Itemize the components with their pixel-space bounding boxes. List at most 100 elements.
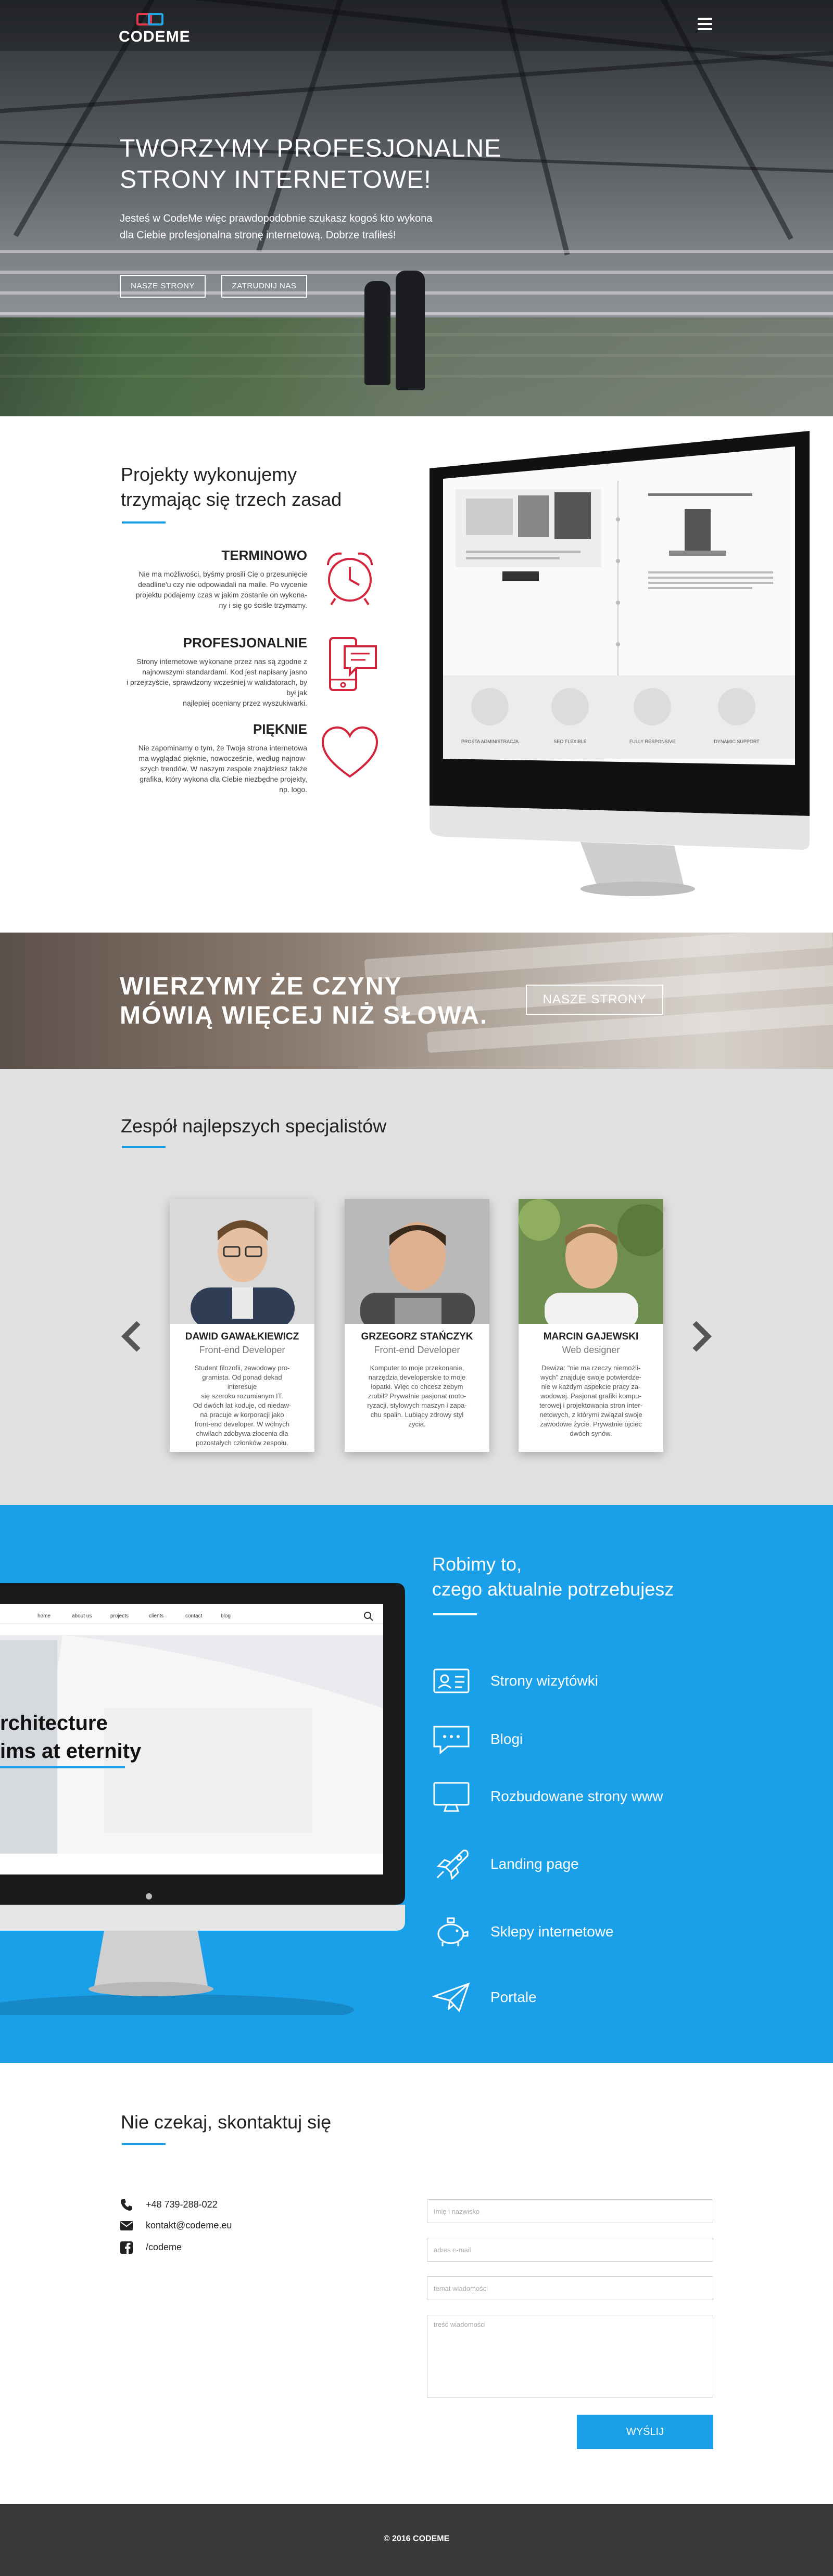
team-member-name: DAWID GAWAŁKIEWICZ [185, 1331, 299, 1342]
imac-headline-line2: ims at eternity [0, 1740, 142, 1763]
monitor-icon [433, 1782, 470, 1812]
paper-plane-icon [432, 1982, 470, 2012]
desktop-monitor-mockup: PROSTA ADMINISTRACJA SEO FLEXIBLE FULLY … [430, 431, 810, 896]
service-business-card-sites[interactable]: Strony wizytówki [432, 1665, 744, 1697]
contact-facebook[interactable]: /codeme [120, 2240, 380, 2255]
imac-mockup: home about us projects clients contact b… [0, 1583, 405, 2015]
service-portals[interactable]: Portale [432, 1982, 744, 2013]
logo-wordmark: CODEME [119, 28, 191, 46]
imac-nav-item: about us [72, 1613, 92, 1619]
imac-nav-item: projects [110, 1613, 129, 1619]
subject-field[interactable] [427, 2276, 713, 2300]
service-label: Sklepy internetowe [490, 1923, 614, 1940]
services-title-underline [433, 1613, 477, 1615]
chat-bubble-icon [433, 1726, 470, 1755]
rocket-icon [436, 1850, 469, 1880]
footer: © 2016 CODEME [0, 2504, 833, 2576]
hamburger-menu-icon[interactable] [698, 18, 712, 30]
top-navbar: CODEME [0, 0, 833, 51]
hero-section: CODEME TWORZYMY PROFESJONALNE STRONY INT… [0, 0, 833, 416]
mobile-chat-icon [329, 637, 377, 691]
service-landing-page[interactable]: Landing page [432, 1848, 744, 1880]
monitor-feature-label: SEO FLEXIBLE [553, 739, 587, 744]
team-member-role: Front-end Developer [374, 1345, 460, 1355]
hero-bg-stair [0, 250, 833, 253]
hero-subtitle-line1: Jesteś w CodeMe więc prawdopodobnie szuk… [120, 213, 433, 224]
carousel-next-arrow-icon[interactable] [690, 1321, 713, 1352]
imac-headline-line1: rchitecture [0, 1712, 108, 1735]
contact-facebook-text: /codeme [146, 2242, 182, 2252]
piggy-bank-icon [437, 1917, 469, 1946]
team-member-role: Web designer [562, 1345, 620, 1355]
hero-subtitle: Jesteś w CodeMe więc prawdopodobnie szuk… [120, 210, 515, 244]
principles-title-line2: trzymając się trzech zasad [121, 489, 342, 510]
services-title-line2: czego aktualnie potrzebujesz [432, 1578, 674, 1600]
imac-nav-item: contact [185, 1613, 202, 1619]
hero-subtitle-line2: dla Ciebie profesjonalna stronę internet… [120, 229, 396, 241]
monitor-feature-label: PROSTA ADMINISTRACJA [461, 739, 519, 744]
send-button[interactable]: WYŚLIJ [577, 2415, 713, 2449]
hero-bg-people [359, 271, 443, 396]
hire-us-button[interactable]: ZATRUDNIJ NAS [221, 275, 307, 298]
monitor-feature-label: DYNAMIC SUPPORT [714, 739, 760, 744]
team-member-bio: Komputer to moje przekonanie, narzędzia … [367, 1364, 467, 1428]
banner-our-sites-button[interactable]: NASZE STRONY [526, 985, 663, 1015]
facebook-icon [120, 2241, 133, 2254]
team-member-role: Front-end Developer [199, 1345, 285, 1355]
hero-title: TWORZYMY PROFESJONALNE STRONY INTERNETOW… [120, 133, 588, 196]
team-member-photo [519, 1199, 663, 1324]
principle-title: PROFESJONALNIE [183, 635, 307, 651]
contact-title-underline [122, 2143, 166, 2145]
principle-timely: TERMINOWO Nie ma możliwości, byśmy prosi… [120, 547, 307, 610]
principle-title: TERMINOWO [221, 547, 307, 563]
email-field[interactable] [427, 2238, 713, 2262]
logo-mark-icon [136, 11, 168, 27]
hero-title-line2: STRONY INTERNETOWE! [120, 166, 432, 194]
banner-quote-line1: WIERZYMY ŻE CZYNY [120, 973, 402, 1000]
service-advanced-websites[interactable]: Rozbudowane strony www [432, 1781, 744, 1812]
contact-title: Nie czekaj, skontaktuj się [121, 2111, 332, 2133]
contact-email[interactable]: kontakt@codeme.eu [120, 2218, 380, 2234]
team-section: Zespół najlepszych specjalistów DAWID GA… [0, 1069, 833, 1505]
phone-icon [121, 2199, 132, 2211]
principles-title-line1: Projekty wykonujemy [121, 464, 297, 485]
principle-beautiful: PIĘKNIE Nie zapominamy o tym, że Twoja s… [120, 721, 307, 795]
principle-title: PIĘKNIE [253, 721, 307, 737]
imac-nav-item: blog [221, 1613, 231, 1619]
team-member-bio: Student filozofii, zawodowy pro- gramist… [193, 1364, 292, 1447]
team-member-photo [170, 1199, 314, 1324]
service-label: Strony wizytówki [490, 1673, 598, 1689]
service-online-stores[interactable]: Sklepy internetowe [432, 1916, 744, 1947]
service-blogs[interactable]: Blogi [432, 1724, 744, 1755]
service-label: Portale [490, 1989, 537, 2005]
principles-title-underline [122, 521, 166, 524]
service-label: Blogi [490, 1731, 523, 1747]
principle-text: Nie zapominamy o tym, że Twoja strona in… [138, 744, 307, 794]
team-card[interactable]: GRZEGORZ STAŃCZYK Front-end Developer Ko… [345, 1199, 489, 1452]
heart-icon [321, 726, 378, 778]
services-title-line1: Robimy to, [432, 1553, 522, 1575]
message-field[interactable] [427, 2315, 713, 2398]
logo-text-me: ME [166, 28, 191, 45]
contact-phone[interactable]: +48 739-288-022 [120, 2197, 380, 2213]
contact-email-text: kontakt@codeme.eu [146, 2220, 232, 2230]
team-card[interactable]: DAWID GAWAŁKIEWICZ Front-end Developer S… [170, 1199, 314, 1452]
name-field[interactable] [427, 2199, 713, 2223]
quote-banner: WIERZYMY ŻE CZYNY MÓWIĄ WIĘCEJ NIŻ SŁOWA… [0, 933, 833, 1069]
alarm-clock-icon [326, 552, 373, 606]
banner-quote-line2: MÓWIĄ WIĘCEJ NIŻ SŁOWA. [120, 1002, 488, 1029]
team-member-name: GRZEGORZ STAŃCZYK [361, 1331, 473, 1342]
codeme-logo[interactable]: CODEME [119, 11, 192, 46]
carousel-prev-arrow-icon[interactable] [120, 1321, 143, 1352]
imac-nav-item: home [37, 1613, 51, 1619]
hero-title-line1: TWORZYMY PROFESJONALNE [120, 135, 502, 162]
banner-quote: WIERZYMY ŻE CZYNY MÓWIĄ WIĘCEJ NIŻ SŁOWA… [120, 972, 488, 1030]
service-label: Rozbudowane strony www [490, 1788, 663, 1804]
our-sites-button[interactable]: NASZE STRONY [120, 275, 206, 298]
service-label: Landing page [490, 1856, 579, 1872]
team-card[interactable]: MARCIN GAJEWSKI Web designer Dewiza: "ni… [519, 1199, 663, 1452]
team-title-underline [122, 1146, 166, 1148]
team-member-photo [345, 1199, 489, 1324]
principle-text: Strony internetowe wykonane przez nas są… [126, 657, 307, 707]
logo-text-code: CODE [119, 28, 166, 45]
